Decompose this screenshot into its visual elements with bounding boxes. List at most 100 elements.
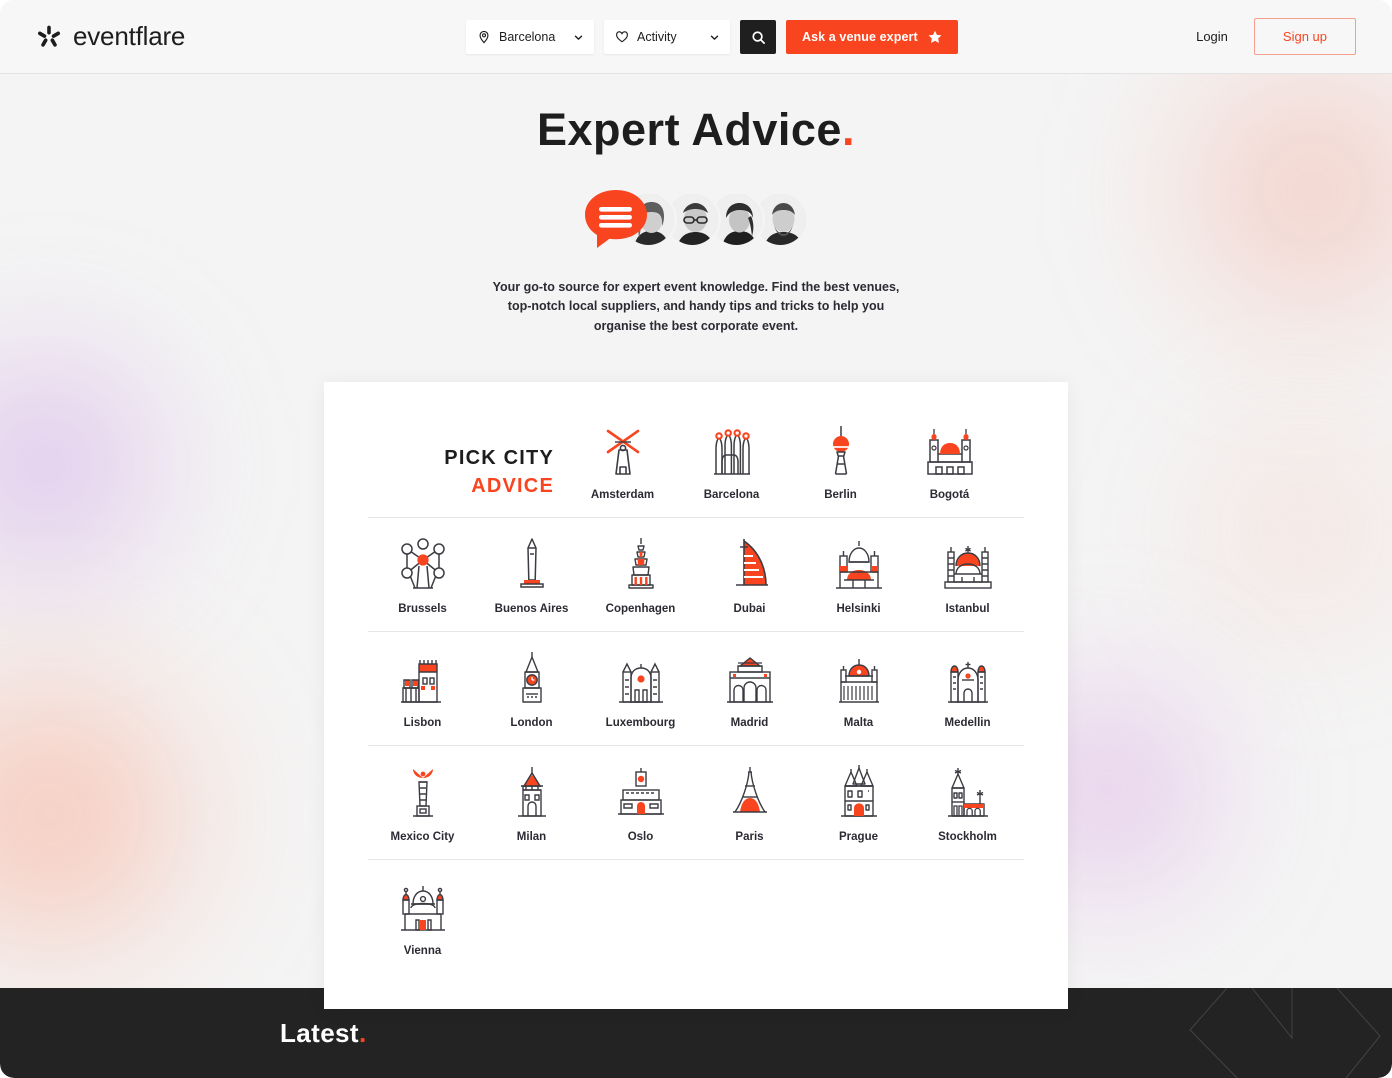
city-item-london[interactable]: London xyxy=(477,650,586,729)
city-item-helsinki[interactable]: Helsinki xyxy=(804,536,913,615)
background-blob-violet-left xyxy=(0,300,210,630)
city-item-prague[interactable]: Prague xyxy=(804,764,913,843)
header-search-group: Barcelona Activity Ask a venue expert xyxy=(466,20,958,54)
city-item-madrid[interactable]: Madrid xyxy=(695,650,804,729)
pick-city-line2: ADVICE xyxy=(471,475,554,498)
city-select-value: Barcelona xyxy=(499,30,556,44)
hero-subtitle: Your go-to source for expert event knowl… xyxy=(492,280,900,333)
city-item-brussels[interactable]: Brussels xyxy=(368,536,477,615)
cta-label: Ask a venue expert xyxy=(802,30,918,44)
search-button[interactable] xyxy=(740,20,776,54)
windmill-icon xyxy=(595,422,651,478)
footer-title-text: Latest xyxy=(280,1017,359,1048)
city-row: Lisbon London Luxembourg Madrid Malta Me… xyxy=(368,631,1024,745)
atomium-icon xyxy=(395,536,451,592)
heart-icon xyxy=(616,31,628,43)
palace-icon xyxy=(613,650,669,706)
activity-select-value: Activity xyxy=(637,30,677,44)
tv-tower-icon xyxy=(813,422,869,478)
search-icon xyxy=(751,30,765,44)
city-item-buenos-aires[interactable]: Buenos Aires xyxy=(477,536,586,615)
page-title-dot: . xyxy=(841,104,855,155)
login-link[interactable]: Login xyxy=(1196,29,1228,44)
belem-tower-icon xyxy=(395,650,451,706)
page-title-text: Expert Advice xyxy=(537,104,842,155)
city-label: Oslo xyxy=(627,831,654,844)
city-item-amsterdam[interactable]: Amsterdam xyxy=(568,422,677,501)
helsinki-cathedral-icon xyxy=(831,536,887,592)
angel-monument-icon xyxy=(395,764,451,820)
city-label: Luxembourg xyxy=(605,717,676,730)
spire-tower-icon xyxy=(613,536,669,592)
sforza-castle-icon xyxy=(504,764,560,820)
city-item-milan[interactable]: Milan xyxy=(477,764,586,843)
city-label: Stockholm xyxy=(938,831,997,844)
city-label: Dubai xyxy=(733,603,766,616)
footer-title: Latest. xyxy=(280,1018,367,1049)
city-item-vienna[interactable]: Vienna xyxy=(368,878,477,957)
city-label: Helsinki xyxy=(836,603,881,616)
city-label: Madrid xyxy=(730,717,769,730)
blue-mosque-icon xyxy=(940,536,996,592)
city-select[interactable]: Barcelona xyxy=(466,20,594,54)
city-item-medellin[interactable]: Medellin xyxy=(913,650,1022,729)
city-label: Copenhagen xyxy=(605,603,676,616)
city-label: Prague xyxy=(839,831,878,844)
city-label: London xyxy=(510,717,553,730)
ask-a-venue-expert-button[interactable]: Ask a venue expert xyxy=(786,20,958,54)
powder-tower-icon xyxy=(831,764,887,820)
expert-avatars xyxy=(0,186,1392,252)
pick-city-card: PICK CITY ADVICE Amsterdam Barcelona Ber… xyxy=(324,382,1068,1010)
chevron-down-icon xyxy=(574,35,583,40)
cathedral-icon xyxy=(922,422,978,478)
city-item-luxembourg[interactable]: Luxembourg xyxy=(586,650,695,729)
city-label: Milan xyxy=(516,831,547,844)
city-label: Brussels xyxy=(398,603,447,616)
page-root: eventflare Barcelona Activity Ask a venu… xyxy=(0,0,1392,1078)
city-label: Malta xyxy=(843,717,874,730)
city-item-barcelona[interactable]: Barcelona xyxy=(677,422,786,501)
activity-select[interactable]: Activity xyxy=(604,20,730,54)
page-title: Expert Advice. xyxy=(0,104,1392,156)
city-label: Vienna xyxy=(403,945,442,958)
header-account-group: Login Sign up xyxy=(1196,18,1356,55)
city-item-malta[interactable]: Malta xyxy=(804,650,913,729)
city-label: Amsterdam xyxy=(590,489,655,502)
pick-city-advice-title: PICK CITY ADVICE xyxy=(368,422,568,500)
brand-logo[interactable]: eventflare xyxy=(36,21,185,52)
pick-city-line1: PICK CITY xyxy=(444,447,554,470)
city-item-paris[interactable]: Paris xyxy=(695,764,804,843)
city-row: Mexico City Milan Oslo Paris Prague Stoc… xyxy=(368,745,1024,859)
karlskirche-icon xyxy=(395,878,451,934)
city-label: Medellin xyxy=(944,717,991,730)
city-label: Berlin xyxy=(824,489,857,502)
signup-button[interactable]: Sign up xyxy=(1253,18,1356,55)
sagrada-familia-icon xyxy=(704,422,760,478)
footer-decoration-lines xyxy=(1189,988,1381,1078)
city-item-oslo[interactable]: Oslo xyxy=(586,764,695,843)
city-label: Lisbon xyxy=(403,717,442,730)
city-item-berlin[interactable]: Berlin xyxy=(786,422,895,501)
puerta-alcala-icon xyxy=(722,650,778,706)
city-item-mexico-city[interactable]: Mexico City xyxy=(368,764,477,843)
map-pin-icon xyxy=(479,30,489,44)
city-label: Bogotá xyxy=(929,489,970,502)
city-item-stockholm[interactable]: Stockholm xyxy=(913,764,1022,843)
hero-section: Expert Advice. Your go-to source for exp… xyxy=(0,74,1392,336)
city-item-bogota[interactable]: Bogotá xyxy=(895,422,1004,501)
city-item-lisbon[interactable]: Lisbon xyxy=(368,650,477,729)
city-hall-icon xyxy=(940,764,996,820)
city-item-copenhagen[interactable]: Copenhagen xyxy=(586,536,695,615)
city-row: Brussels Buenos Aires Copenhagen Dubai H… xyxy=(368,517,1024,631)
city-item-istanbul[interactable]: Istanbul xyxy=(913,536,1022,615)
medellin-cathedral-icon xyxy=(940,650,996,706)
city-label: Barcelona xyxy=(703,489,760,502)
city-label: Paris xyxy=(735,831,764,844)
burj-al-arab-icon xyxy=(722,536,778,592)
site-header: eventflare Barcelona Activity Ask a venu… xyxy=(0,0,1392,74)
chevron-down-icon xyxy=(710,35,719,40)
eventflare-asterisk-icon xyxy=(37,25,61,47)
domed-basilica-icon xyxy=(831,650,887,706)
city-item-dubai[interactable]: Dubai xyxy=(695,536,804,615)
city-row: Vienna xyxy=(368,859,1024,973)
